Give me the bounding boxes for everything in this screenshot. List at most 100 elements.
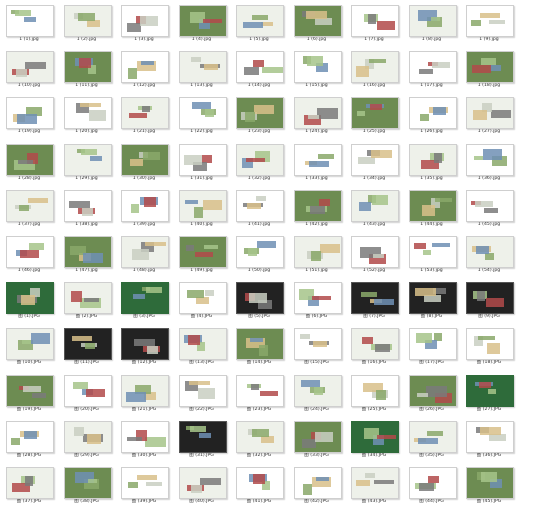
file-thumbnail[interactable]: 图 (5).JPG xyxy=(234,279,284,326)
file-thumbnail[interactable]: 1 (11).jpg xyxy=(62,48,112,95)
file-thumbnail[interactable]: 图 (6).JPG xyxy=(292,279,342,326)
file-thumbnail[interactable]: 1 (36).jpg xyxy=(464,141,514,188)
file-thumbnail[interactable]: 1 (14).jpg xyxy=(234,48,284,95)
file-thumbnail[interactable]: 1 (39).jpg xyxy=(119,187,169,234)
file-thumbnail[interactable]: 1 (13).jpg xyxy=(177,48,227,95)
file-thumbnail[interactable]: 1 (1).jpg xyxy=(4,2,54,49)
file-thumbnail[interactable]: 图 (10).JPG xyxy=(4,325,54,372)
thumbnail-filename: 图 (1).JPG xyxy=(18,314,40,320)
file-thumbnail[interactable]: 图 (30).JPG xyxy=(119,418,169,465)
file-thumbnail[interactable]: 图 (40).JPG xyxy=(177,464,227,511)
file-thumbnail[interactable]: 1 (44).jpg xyxy=(407,187,457,234)
file-thumbnail[interactable]: 1 (3).jpg xyxy=(119,2,169,49)
file-thumbnail[interactable]: 图 (32).JPG xyxy=(234,418,284,465)
file-thumbnail[interactable]: 1 (19).jpg xyxy=(4,94,54,141)
file-thumbnail[interactable]: 1 (53).jpg xyxy=(407,233,457,280)
file-thumbnail[interactable]: 1 (41).jpg xyxy=(234,187,284,234)
file-thumbnail[interactable]: 1 (18).jpg xyxy=(464,48,514,95)
file-thumbnail[interactable]: 图 (2).JPG xyxy=(62,279,112,326)
file-thumbnail[interactable]: 1 (48).jpg xyxy=(119,233,169,280)
file-thumbnail[interactable]: 1 (37).jpg xyxy=(4,187,54,234)
file-thumbnail[interactable]: 1 (50).jpg xyxy=(234,233,284,280)
file-thumbnail[interactable]: 图 (35).JPG xyxy=(407,418,457,465)
file-thumbnail[interactable]: 1 (29).jpg xyxy=(62,141,112,188)
file-thumbnail[interactable]: 1 (49).jpg xyxy=(177,233,227,280)
file-thumbnail[interactable]: 图 (38).JPG xyxy=(62,464,112,511)
file-thumbnail[interactable]: 1 (54).jpg xyxy=(464,233,514,280)
file-thumbnail[interactable]: 图 (1).JPG xyxy=(4,279,54,326)
file-thumbnail[interactable]: 1 (34).jpg xyxy=(349,141,399,188)
file-thumbnail[interactable]: 1 (17).jpg xyxy=(407,48,457,95)
file-thumbnail[interactable]: 1 (2).jpg xyxy=(62,2,112,49)
file-thumbnail[interactable]: 图 (14).JPG xyxy=(234,325,284,372)
file-thumbnail[interactable]: 图 (13).JPG xyxy=(177,325,227,372)
file-thumbnail[interactable]: 图 (36).JPG xyxy=(464,418,514,465)
file-thumbnail[interactable]: 图 (23).JPG xyxy=(234,372,284,419)
file-thumbnail[interactable]: 1 (38).jpg xyxy=(62,187,112,234)
file-thumbnail[interactable]: 图 (16).JPG xyxy=(349,325,399,372)
file-thumbnail[interactable]: 1 (24).jpg xyxy=(292,94,342,141)
file-thumbnail[interactable]: 图 (21).JPG xyxy=(119,372,169,419)
file-thumbnail[interactable]: 图 (34).JPG xyxy=(349,418,399,465)
file-thumbnail[interactable]: 1 (20).jpg xyxy=(62,94,112,141)
file-thumbnail[interactable]: 1 (12).jpg xyxy=(119,48,169,95)
file-thumbnail[interactable]: 图 (11).JPG xyxy=(62,325,112,372)
file-thumbnail[interactable]: 图 (39).JPG xyxy=(119,464,169,511)
file-thumbnail[interactable]: 图 (20).JPG xyxy=(62,372,112,419)
file-thumbnail[interactable]: 1 (4).jpg xyxy=(177,2,227,49)
file-thumbnail[interactable]: 1 (15).jpg xyxy=(292,48,342,95)
file-thumbnail[interactable]: 图 (4).JPG xyxy=(177,279,227,326)
file-thumbnail[interactable]: 1 (8).jpg xyxy=(407,2,457,49)
file-thumbnail[interactable]: 1 (9).jpg xyxy=(464,2,514,49)
file-thumbnail[interactable]: 图 (15).JPG xyxy=(292,325,342,372)
file-thumbnail[interactable]: 图 (37).JPG xyxy=(4,464,54,511)
file-thumbnail[interactable]: 图 (18).JPG xyxy=(464,325,514,372)
file-thumbnail[interactable]: 1 (23).jpg xyxy=(234,94,284,141)
file-thumbnail[interactable]: 1 (33).jpg xyxy=(292,141,342,188)
file-thumbnail[interactable]: 图 (29).JPG xyxy=(62,418,112,465)
file-thumbnail[interactable]: 图 (27).JPG xyxy=(464,372,514,419)
file-thumbnail[interactable]: 图 (43).JPG xyxy=(349,464,399,511)
file-thumbnail[interactable]: 图 (3).JPG xyxy=(119,279,169,326)
file-thumbnail[interactable]: 1 (52).jpg xyxy=(349,233,399,280)
file-thumbnail[interactable]: 图 (42).JPG xyxy=(292,464,342,511)
file-thumbnail[interactable]: 图 (26).JPG xyxy=(407,372,457,419)
file-thumbnail[interactable]: 1 (6).jpg xyxy=(292,2,342,49)
file-thumbnail[interactable]: 1 (16).jpg xyxy=(349,48,399,95)
file-thumbnail[interactable]: 1 (51).jpg xyxy=(292,233,342,280)
file-thumbnail[interactable]: 图 (31).JPG xyxy=(177,418,227,465)
file-thumbnail[interactable]: 图 (33).JPG xyxy=(292,418,342,465)
file-thumbnail[interactable]: 1 (46).jpg xyxy=(4,233,54,280)
file-thumbnail[interactable]: 1 (26).jpg xyxy=(407,94,457,141)
file-thumbnail[interactable]: 1 (21).jpg xyxy=(119,94,169,141)
file-thumbnail[interactable]: 1 (31).jpg xyxy=(177,141,227,188)
file-thumbnail[interactable]: 1 (22).jpg xyxy=(177,94,227,141)
file-thumbnail[interactable]: 图 (45).JPG xyxy=(464,464,514,511)
file-thumbnail[interactable]: 1 (32).jpg xyxy=(234,141,284,188)
file-thumbnail[interactable]: 1 (45).jpg xyxy=(464,187,514,234)
file-thumbnail[interactable]: 图 (19).JPG xyxy=(4,372,54,419)
file-thumbnail[interactable]: 1 (7).jpg xyxy=(349,2,399,49)
file-thumbnail[interactable]: 图 (44).JPG xyxy=(407,464,457,511)
file-thumbnail[interactable]: 1 (25).jpg xyxy=(349,94,399,141)
file-thumbnail[interactable]: 图 (7).JPG xyxy=(349,279,399,326)
file-thumbnail[interactable]: 图 (22).JPG xyxy=(177,372,227,419)
file-thumbnail[interactable]: 1 (43).jpg xyxy=(349,187,399,234)
file-thumbnail[interactable]: 图 (41).JPG xyxy=(234,464,284,511)
file-thumbnail[interactable]: 图 (28).JPG xyxy=(4,418,54,465)
file-thumbnail[interactable]: 图 (25).JPG xyxy=(349,372,399,419)
file-thumbnail[interactable]: 1 (27).jpg xyxy=(464,94,514,141)
file-thumbnail[interactable]: 1 (30).jpg xyxy=(119,141,169,188)
file-thumbnail[interactable]: 1 (40).jpg xyxy=(177,187,227,234)
file-thumbnail[interactable]: 图 (12).JPG xyxy=(119,325,169,372)
file-thumbnail[interactable]: 1 (42).jpg xyxy=(292,187,342,234)
file-thumbnail[interactable]: 1 (47).jpg xyxy=(62,233,112,280)
file-thumbnail[interactable]: 图 (9).JPG xyxy=(464,279,514,326)
file-thumbnail[interactable]: 1 (35).jpg xyxy=(407,141,457,188)
file-thumbnail[interactable]: 1 (10).jpg xyxy=(4,48,54,95)
file-thumbnail[interactable]: 1 (5).jpg xyxy=(234,2,284,49)
file-thumbnail[interactable]: 图 (24).JPG xyxy=(292,372,342,419)
file-thumbnail[interactable]: 1 (28).jpg xyxy=(4,141,54,188)
file-thumbnail[interactable]: 图 (17).JPG xyxy=(407,325,457,372)
file-thumbnail[interactable]: 图 (8).JPG xyxy=(407,279,457,326)
